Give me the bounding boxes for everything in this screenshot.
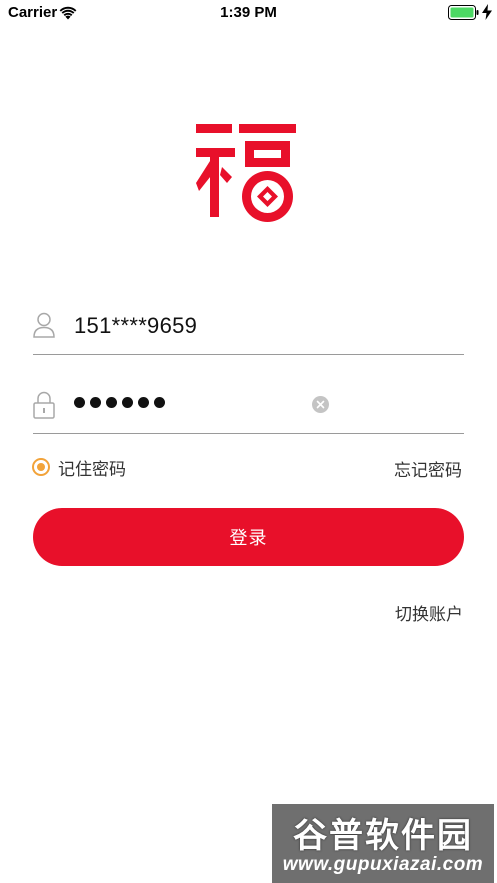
- watermark-url: www.gupuxiazai.com: [282, 854, 484, 875]
- remember-password-toggle[interactable]: 记住密码: [32, 455, 126, 480]
- password-dot: [138, 397, 149, 408]
- status-bar: Carrier 1:39 PM: [0, 0, 497, 26]
- switch-account-link[interactable]: 切换账户: [395, 600, 463, 625]
- phone-field[interactable]: 151****9659: [33, 304, 464, 355]
- password-dot: [74, 397, 85, 408]
- password-dot: [122, 397, 133, 408]
- battery-full-icon: [448, 5, 480, 24]
- watermark-title: 谷普软件园: [293, 816, 473, 856]
- phone-value[interactable]: 151****9659: [74, 313, 197, 339]
- status-time: 1:39 PM: [220, 4, 277, 21]
- password-dot: [106, 397, 117, 408]
- watermark: 谷普软件园 www.gupuxiazai.com: [272, 804, 494, 883]
- radio-checked-icon[interactable]: [32, 458, 50, 476]
- user-icon: [33, 312, 55, 342]
- remember-password-label: 记住密码: [58, 459, 126, 480]
- charging-bolt-icon: [482, 4, 492, 24]
- password-value[interactable]: [74, 397, 165, 408]
- password-dot: [154, 397, 165, 408]
- lock-icon: [33, 391, 55, 423]
- login-button[interactable]: 登录: [33, 508, 464, 566]
- clear-circle-icon[interactable]: [312, 396, 329, 413]
- password-dot: [90, 397, 101, 408]
- fu-logo-icon: [196, 121, 296, 223]
- password-field[interactable]: [33, 383, 464, 434]
- forgot-password-link[interactable]: 忘记密码: [394, 456, 462, 481]
